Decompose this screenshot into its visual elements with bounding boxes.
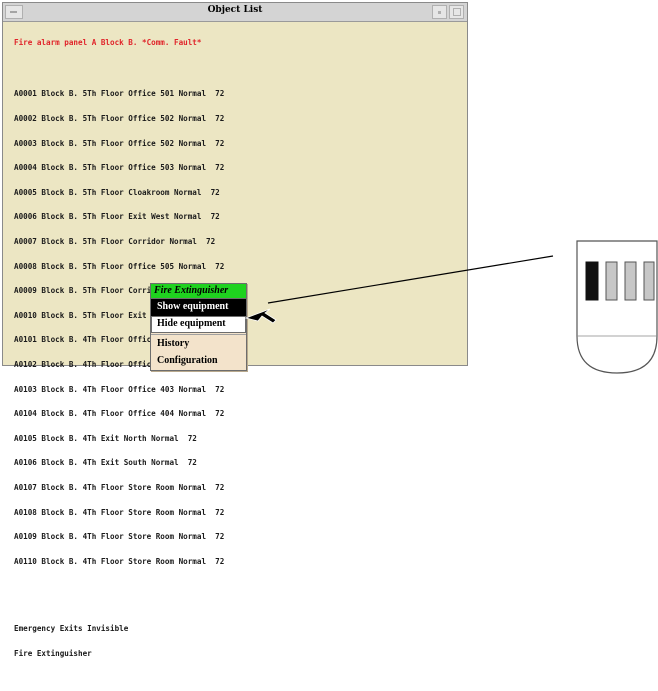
callout-line	[267, 255, 554, 304]
list-item[interactable]: A0104 Block B. 4Th Floor Office 404 Norm…	[14, 409, 463, 418]
fire-extinguisher-item[interactable]: Fire Extinguisher	[14, 649, 463, 658]
list-item[interactable]: A0106 Block B. 4Th Exit South Normal 72	[14, 459, 463, 467]
arrow-cursor-icon	[244, 308, 277, 324]
callout-overlay	[244, 255, 554, 324]
list-item[interactable]: A0105 Block B. 4Th Exit North Normal 72	[14, 434, 463, 443]
footer-items: Emergency Exits Invisible Fire Extinguis…	[14, 609, 463, 675]
emergency-exits-item[interactable]: Emergency Exits Invisible	[14, 624, 463, 633]
list-item[interactable]: A0107 Block B. 4Th Floor Store Room Norm…	[14, 483, 463, 492]
list-item[interactable]: A0103 Block B. 4Th Floor Office 403 Norm…	[14, 385, 463, 394]
list-item[interactable]: A0109 Block B. 4Th Floor Store Room Norm…	[14, 532, 463, 541]
list-item[interactable]: A0110 Block B. 4Th Floor Store Room Norm…	[14, 557, 463, 566]
list-item[interactable]: A0108 Block B. 4Th Floor Store Room Norm…	[14, 508, 463, 517]
extinguisher-panel-icon	[576, 240, 658, 374]
